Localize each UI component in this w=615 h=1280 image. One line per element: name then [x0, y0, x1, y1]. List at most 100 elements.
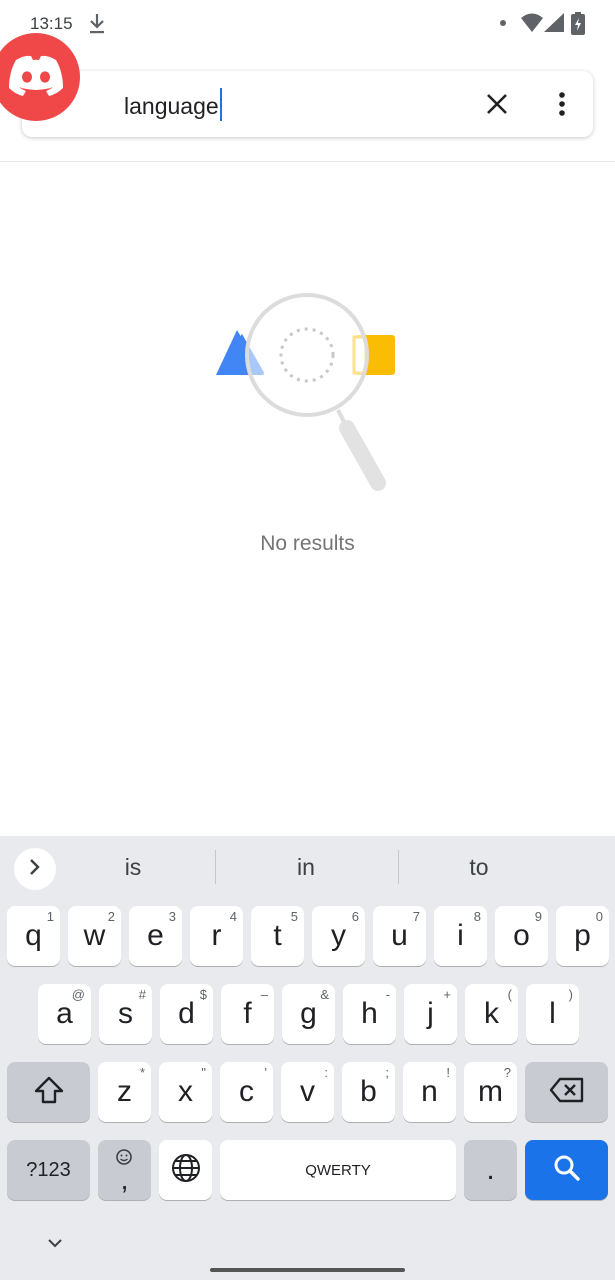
key-m[interactable]: m?	[464, 1062, 517, 1122]
suggestion-divider	[215, 850, 216, 884]
key-j[interactable]: j +	[404, 984, 457, 1044]
key-hint: !	[446, 1065, 450, 1080]
key-label: v	[300, 1075, 315, 1108]
key-label: r	[211, 919, 222, 952]
space-key-label: QWERTY	[305, 1161, 371, 1179]
key-label: i	[457, 919, 464, 952]
key-g[interactable]: g &	[282, 984, 335, 1044]
key-l[interactable]: l)	[526, 984, 579, 1044]
key-label: n	[421, 1075, 438, 1108]
key-hint: )	[568, 987, 573, 1002]
key-label: m	[478, 1075, 503, 1108]
period-label: .	[486, 1153, 495, 1186]
key-w[interactable]: w2	[68, 906, 121, 966]
key-label: x	[178, 1075, 193, 1108]
key-label: b	[360, 1075, 377, 1108]
key-label: u	[391, 919, 408, 952]
on-screen-keyboard: is in to q1w2e3r4t5y6u7i8o9p0 a @ s # d $ f – g &…	[0, 836, 615, 1280]
key-hint: –	[260, 987, 268, 1002]
key-d[interactable]: d $	[160, 984, 213, 1044]
suggestion-1[interactable]: is	[58, 854, 208, 881]
symbols-key-label: ?123	[26, 1158, 71, 1181]
key-hint: 1	[46, 909, 54, 924]
key-label: s	[118, 997, 133, 1030]
search-input[interactable]: language	[124, 91, 219, 121]
key-label: c	[239, 1075, 254, 1108]
key-i[interactable]: i8	[434, 906, 487, 966]
backspace-icon	[549, 1077, 585, 1108]
key-b[interactable]: b;	[342, 1062, 395, 1122]
key-q[interactable]: q1	[7, 906, 60, 966]
key-f[interactable]: f –	[221, 984, 274, 1044]
more-options-button[interactable]	[547, 89, 577, 123]
key-hint: #	[138, 987, 146, 1002]
suggestion-3[interactable]: to	[404, 854, 554, 881]
language-key[interactable]	[159, 1140, 212, 1200]
key-k[interactable]: k(	[465, 984, 518, 1044]
comma-emoji-key[interactable]: ,	[98, 1140, 151, 1200]
key-r[interactable]: r4	[190, 906, 243, 966]
hide-keyboard-button[interactable]	[40, 1233, 70, 1257]
key-label: g	[300, 997, 317, 1030]
key-hint: 2	[107, 909, 115, 924]
suggestion-divider	[398, 850, 399, 884]
globe-icon	[171, 1153, 201, 1188]
period-key[interactable]: .	[464, 1140, 517, 1200]
key-a[interactable]: a @	[38, 984, 91, 1044]
suggestions-expand-button[interactable]	[14, 848, 56, 890]
key-hint: +	[443, 987, 451, 1002]
key-label: d	[178, 997, 195, 1030]
key-hint: 0	[595, 909, 603, 924]
close-icon	[486, 93, 508, 120]
key-hint: 9	[534, 909, 542, 924]
more-vert-icon	[558, 91, 566, 121]
notification-dot-icon	[500, 20, 506, 26]
chevron-down-icon	[46, 1236, 64, 1254]
clear-search-button[interactable]	[480, 89, 514, 123]
shift-key[interactable]	[7, 1062, 90, 1122]
key-label: f	[243, 997, 252, 1030]
download-icon	[88, 12, 106, 41]
signal-icon	[544, 13, 564, 38]
status-bar: 13:15	[0, 0, 615, 50]
key-label: l	[549, 997, 556, 1030]
no-results-message: No results	[260, 532, 355, 555]
key-hint: 6	[351, 909, 359, 924]
key-v[interactable]: v:	[281, 1062, 334, 1122]
key-y[interactable]: y6	[312, 906, 365, 966]
key-hint: ;	[385, 1065, 389, 1080]
key-hint: 4	[229, 909, 237, 924]
key-z[interactable]: z *	[98, 1062, 151, 1122]
key-u[interactable]: u7	[373, 906, 426, 966]
space-key[interactable]: QWERTY	[220, 1140, 456, 1200]
key-label: t	[273, 919, 282, 952]
key-e[interactable]: e3	[129, 906, 182, 966]
key-t[interactable]: t5	[251, 906, 304, 966]
shift-icon	[33, 1076, 65, 1109]
symbols-key[interactable]: ?123	[7, 1140, 90, 1200]
key-hint: &	[320, 987, 329, 1002]
key-c[interactable]: c '	[220, 1062, 273, 1122]
key-h[interactable]: h-	[343, 984, 396, 1044]
key-n[interactable]: n!	[403, 1062, 456, 1122]
key-label: j	[427, 997, 434, 1030]
key-label: p	[574, 919, 591, 952]
comma-label: ,	[120, 1164, 129, 1195]
key-label: a	[56, 997, 73, 1030]
navigation-gesture-bar[interactable]	[210, 1268, 405, 1272]
key-s[interactable]: s #	[99, 984, 152, 1044]
key-hint: 5	[290, 909, 298, 924]
key-hint: :	[324, 1065, 328, 1080]
key-hint: $	[199, 987, 207, 1002]
key-label: q	[25, 919, 42, 952]
search-key[interactable]	[525, 1140, 608, 1200]
battery-charging-icon	[571, 12, 585, 41]
key-x[interactable]: x "	[159, 1062, 212, 1122]
search-box[interactable]: language	[22, 71, 593, 137]
backspace-key[interactable]	[525, 1062, 608, 1122]
text-cursor	[220, 88, 222, 121]
suggestion-2[interactable]: in	[231, 854, 381, 881]
key-p[interactable]: p0	[556, 906, 609, 966]
key-o[interactable]: o9	[495, 906, 548, 966]
key-label: k	[484, 997, 499, 1030]
